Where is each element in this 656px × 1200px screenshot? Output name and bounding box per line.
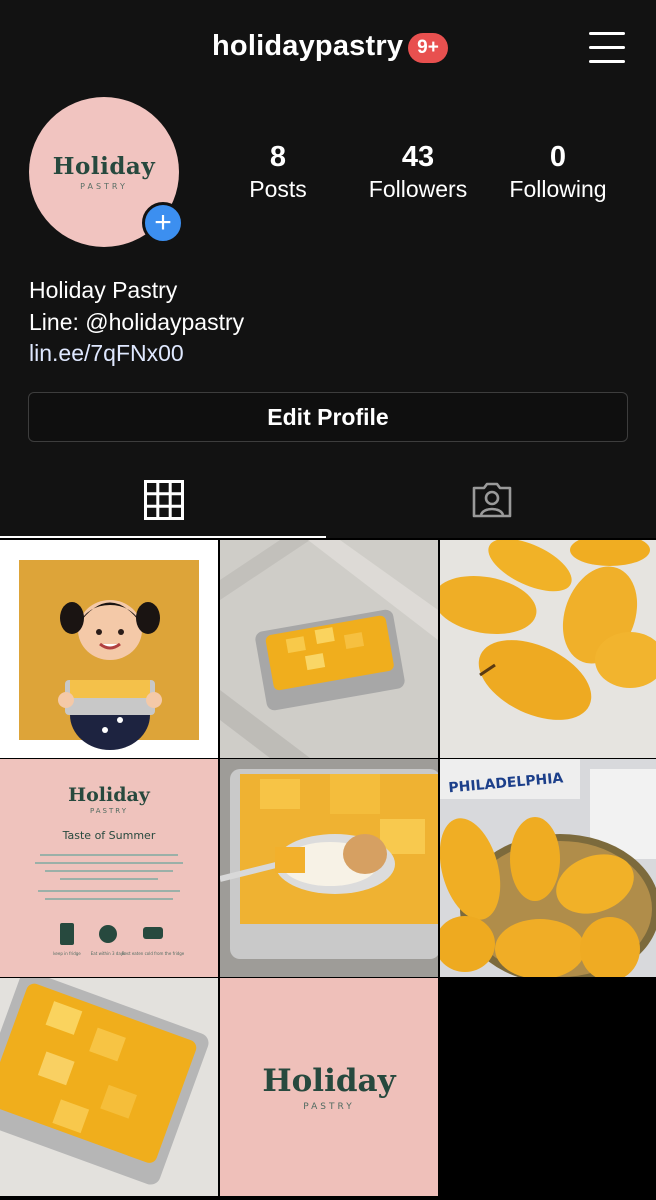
post-tile-3[interactable] <box>440 540 656 758</box>
post4-subtitle: PASTRY <box>90 807 128 815</box>
post4-caption-3: Best eaten cold from the fridge <box>122 951 185 956</box>
post4-caption-2: Eat within 3 days <box>91 951 125 956</box>
post-1-image <box>19 560 199 750</box>
edit-profile-button[interactable]: Edit Profile <box>28 392 628 442</box>
username[interactable]: holidaypastry <box>212 30 403 63</box>
avatar-logo-word: Holiday <box>52 153 156 180</box>
posts-grid: Holiday PASTRY Taste of Summer keep in f… <box>0 538 656 1200</box>
avatar-logo-sub: PASTRY <box>80 182 128 191</box>
bio-link[interactable]: lin.ee/7qFNx00 <box>29 338 244 370</box>
post-2-image <box>220 540 438 758</box>
bio-name: Holiday Pastry <box>29 277 178 303</box>
post4-heading: Taste of Summer <box>62 829 156 842</box>
post-5-image <box>220 759 438 977</box>
stat-posts[interactable]: 8 Posts <box>208 140 348 204</box>
post-tile-8[interactable]: Holiday PASTRY <box>220 978 438 1196</box>
tagged-person-icon <box>472 482 512 518</box>
grid-icon <box>144 480 184 520</box>
profile-header: holidaypastry 9+ <box>0 0 656 100</box>
post4-title: Holiday <box>68 784 151 806</box>
stat-followers-value: 43 <box>401 141 435 173</box>
post8-subtitle: PASTRY <box>303 1102 354 1112</box>
tab-grid[interactable] <box>0 462 328 538</box>
post-4-image: Holiday PASTRY Taste of Summer keep in f… <box>0 759 218 977</box>
post-tile-4[interactable]: Holiday PASTRY Taste of Summer keep in f… <box>0 759 218 977</box>
notifications-badge[interactable]: 9+ <box>408 33 448 63</box>
post4-caption-1: keep in fridge <box>53 951 81 956</box>
post-8-image: Holiday PASTRY <box>220 978 438 1196</box>
add-story-plus-icon[interactable]: + <box>142 202 184 244</box>
stat-following-label: Following <box>509 176 607 202</box>
post8-title: Holiday <box>262 1063 396 1099</box>
stat-following[interactable]: 0 Following <box>488 140 628 204</box>
bio-line: Line: @holidaypastry <box>29 308 245 335</box>
post-7-image <box>0 978 218 1196</box>
tab-tagged[interactable] <box>328 462 656 538</box>
bio: Holiday Pastry Line: @holidaypastry lin.… <box>29 275 244 370</box>
profile-tabs <box>0 462 656 538</box>
stat-following-value: 0 <box>549 141 567 173</box>
stat-followers[interactable]: 43 Followers <box>348 140 488 204</box>
hamburger-menu-icon[interactable] <box>589 32 625 64</box>
post-tile-7[interactable] <box>0 978 218 1196</box>
post-6-image: PHILADELPHIA <box>440 759 656 977</box>
post-tile-1[interactable] <box>0 540 218 758</box>
post-tile-5[interactable] <box>220 759 438 977</box>
post-tile-6[interactable]: PHILADELPHIA <box>440 759 656 977</box>
post-3-image <box>440 540 656 758</box>
stat-posts-value: 8 <box>269 141 287 173</box>
stat-posts-label: Posts <box>249 176 307 202</box>
post-tile-2[interactable] <box>220 540 438 758</box>
stat-followers-label: Followers <box>368 176 468 202</box>
